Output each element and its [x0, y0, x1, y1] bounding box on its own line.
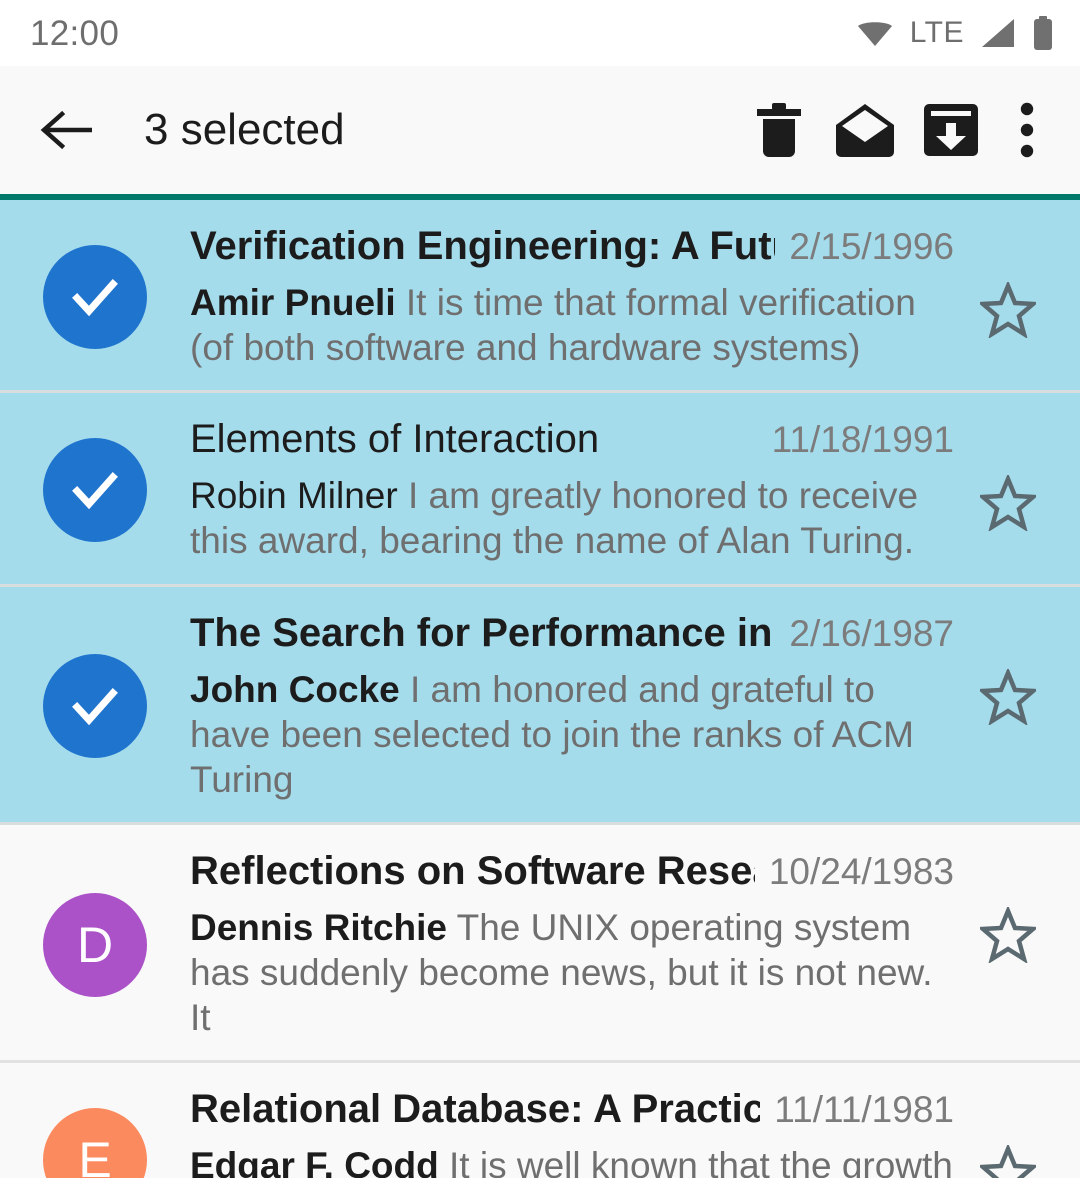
star-icon [980, 668, 1036, 725]
email-content: Verification Engineering: A Future.. 2/1… [190, 222, 960, 370]
email-sender: Amir Pnueli [190, 282, 396, 323]
email-content: Reflections on Software Research 10/24/1… [190, 847, 960, 1040]
table-row[interactable]: Verification Engineering: A Future.. 2/1… [0, 200, 1080, 394]
email-date: 10/24/1983 [768, 850, 954, 892]
email-subject: Elements of Interaction [190, 417, 600, 462]
mark-as-read-button[interactable] [822, 87, 908, 173]
subject-line: Relational Database: A Practical F.. 11/… [190, 1085, 954, 1133]
subject-line: Verification Engineering: A Future.. 2/1… [190, 222, 954, 270]
email-content: Relational Database: A Practical F.. 11/… [190, 1085, 960, 1178]
avatar-initial: E [78, 1132, 112, 1178]
email-sender: John Cocke [190, 668, 400, 710]
back-button[interactable] [36, 98, 100, 162]
table-row[interactable]: E Relational Database: A Practical F.. 1… [0, 1063, 1080, 1178]
subject-line: The Search for Performance in Sci.. 2/16… [190, 609, 954, 657]
email-date: 11/18/1991 [771, 419, 954, 461]
table-row[interactable]: The Search for Performance in Sci.. 2/16… [0, 586, 1080, 825]
avatar-wrap[interactable] [0, 436, 190, 543]
sender-and-snippet: Robin Milner I am greatly honored to rec… [190, 473, 954, 563]
check-icon [72, 279, 118, 317]
selected-checkmark-avatar[interactable] [43, 245, 147, 350]
email-subject: The Search for Performance in Sci.. [190, 610, 775, 655]
avatar-wrap[interactable]: D [0, 891, 190, 997]
table-row[interactable]: D Reflections on Software Research 10/24… [0, 824, 1080, 1064]
check-icon [72, 472, 118, 510]
star-icon [980, 906, 1036, 963]
email-subject: Verification Engineering: A Future.. [190, 224, 775, 268]
star-wrap[interactable] [960, 847, 1056, 963]
signal-icon [980, 18, 1016, 48]
open-envelope-icon [836, 104, 894, 157]
archive-button[interactable] [908, 87, 994, 173]
email-content: The Search for Performance in Sci.. 2/16… [190, 609, 960, 802]
contextual-action-bar: 3 selected [0, 66, 1080, 194]
sender-avatar[interactable]: E [43, 1108, 147, 1178]
email-sender: Dennis Ritchie [190, 906, 447, 948]
star-icon [980, 282, 1036, 338]
back-arrow-icon [40, 110, 92, 150]
email-list: Verification Engineering: A Future.. 2/1… [0, 200, 1080, 1178]
archive-down-arrow-icon [924, 104, 978, 156]
email-date: 2/15/1996 [789, 226, 954, 267]
action-icons [736, 87, 1060, 173]
star-wrap[interactable] [960, 415, 1056, 532]
sender-and-snippet: Amir Pnueli It is time that formal verif… [190, 280, 954, 370]
star-wrap[interactable] [960, 609, 1056, 725]
selected-checkmark-avatar[interactable] [43, 654, 147, 759]
email-sender: Robin Milner [190, 475, 398, 517]
email-subject: Reflections on Software Research [190, 848, 755, 893]
star-wrap[interactable] [960, 1085, 1056, 1178]
selected-checkmark-avatar[interactable] [43, 438, 147, 543]
sender-and-snippet: Dennis Ritchie The UNIX operating system… [190, 905, 954, 1040]
avatar-wrap[interactable] [0, 652, 190, 759]
selection-count-title: 3 selected [144, 105, 345, 154]
trash-icon [757, 103, 801, 157]
sender-avatar[interactable]: D [43, 892, 147, 997]
status-bar: 12:00 LTE [0, 0, 1080, 66]
table-row[interactable]: Elements of Interaction 11/18/1991 Robin… [0, 393, 1080, 587]
email-content: Elements of Interaction 11/18/1991 Robin… [190, 415, 960, 563]
sender-and-snippet: John Cocke I am honored and grateful to … [190, 667, 954, 802]
email-subject: Relational Database: A Practical F.. [190, 1087, 761, 1132]
overflow-menu-icon [1020, 102, 1034, 158]
avatar-initial: D [76, 916, 114, 973]
check-icon [72, 688, 118, 726]
battery-icon [1032, 16, 1054, 50]
avatar-wrap[interactable]: E [0, 1106, 190, 1178]
delete-button[interactable] [736, 87, 822, 173]
email-sender: Edgar F. Codd [190, 1145, 439, 1178]
subject-line: Elements of Interaction 11/18/1991 [190, 415, 954, 463]
email-date: 11/11/1981 [774, 1089, 954, 1131]
star-wrap[interactable] [960, 222, 1056, 338]
email-date: 2/16/1987 [789, 612, 954, 654]
sender-and-snippet: Edgar F. Codd It is well known that the … [190, 1143, 954, 1178]
status-indicators: LTE [856, 16, 1054, 50]
network-type-label: LTE [909, 16, 964, 49]
star-icon [980, 475, 1036, 532]
status-time: 12:00 [30, 13, 120, 53]
avatar-wrap[interactable] [0, 243, 190, 350]
wifi-icon [856, 18, 894, 48]
overflow-menu-button[interactable] [994, 87, 1060, 173]
subject-line: Reflections on Software Research 10/24/1… [190, 847, 954, 895]
star-icon [980, 1145, 1036, 1178]
